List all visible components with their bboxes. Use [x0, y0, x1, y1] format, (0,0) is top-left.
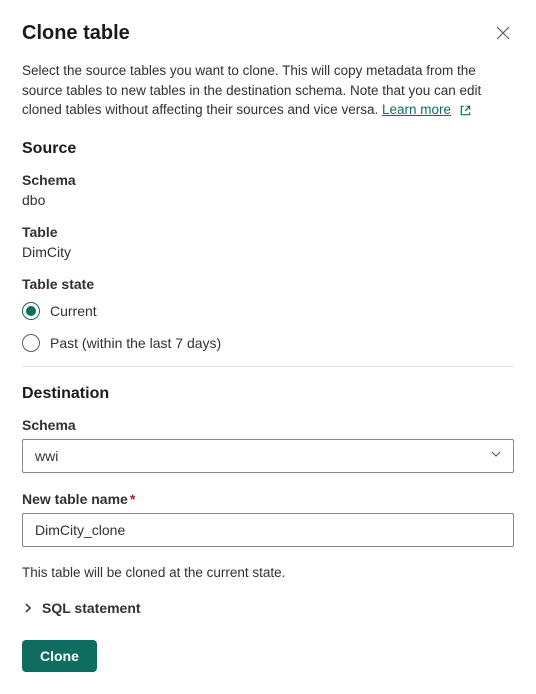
close-icon: [496, 26, 510, 43]
source-table-label: Table: [22, 224, 514, 240]
radio-icon: [22, 302, 40, 320]
external-link-icon: [459, 104, 472, 117]
required-indicator: *: [130, 491, 135, 507]
new-table-name-input[interactable]: [22, 513, 514, 547]
new-table-name-label: New table name*: [22, 491, 514, 507]
source-heading: Source: [22, 140, 514, 158]
destination-schema-label: Schema: [22, 417, 514, 433]
destination-heading: Destination: [22, 385, 514, 403]
radio-past[interactable]: Past (within the last 7 days): [22, 334, 514, 352]
sql-statement-label: SQL statement: [42, 600, 141, 616]
close-button[interactable]: [492, 22, 514, 47]
source-table-value: DimCity: [22, 244, 71, 260]
chevron-right-icon: [22, 602, 34, 614]
destination-schema-select[interactable]: wwi: [22, 439, 514, 473]
radio-icon: [22, 334, 40, 352]
table-state-label: Table state: [22, 276, 514, 292]
source-schema-value: dbo: [22, 192, 45, 208]
radio-current[interactable]: Current: [22, 302, 514, 320]
section-divider: [22, 366, 514, 367]
source-schema-label: Schema: [22, 172, 514, 188]
radio-current-label: Current: [50, 303, 97, 319]
clone-button[interactable]: Clone: [22, 640, 97, 672]
radio-past-label: Past (within the last 7 days): [50, 335, 221, 351]
sql-statement-expander[interactable]: SQL statement: [22, 596, 514, 620]
dialog-title: Clone table: [22, 22, 130, 45]
clone-state-helper: This table will be cloned at the current…: [22, 565, 514, 580]
learn-more-link[interactable]: Learn more: [382, 102, 451, 117]
dialog-description: Select the source tables you want to clo…: [22, 61, 514, 120]
